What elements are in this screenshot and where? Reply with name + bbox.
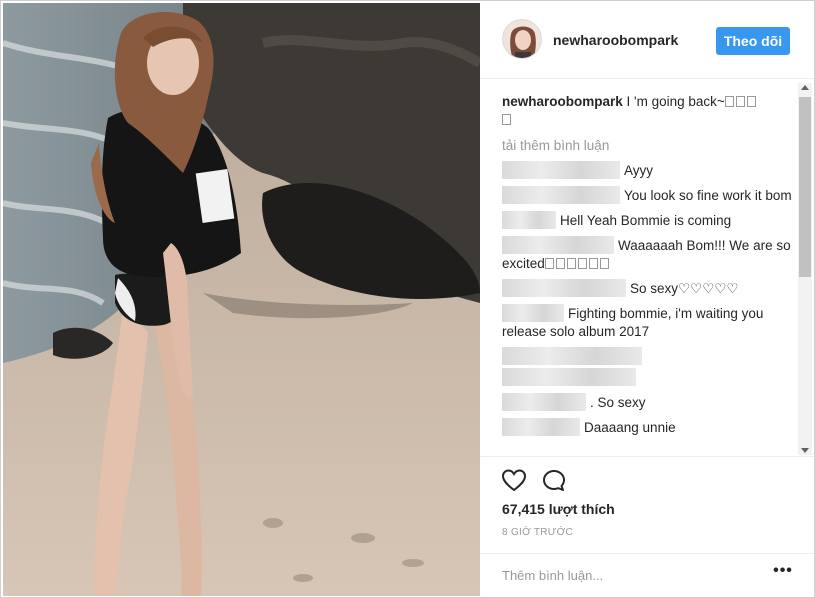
blurred-username	[502, 304, 564, 322]
post-username[interactable]: newharoobompark	[553, 32, 678, 48]
post-header: newharoobompark Theo dõi	[480, 3, 814, 79]
add-comment-input[interactable]	[502, 564, 752, 586]
comment-item: Fighting bommie, i'm waiting you release…	[502, 304, 792, 341]
emoji-placeholder-icon	[599, 258, 609, 269]
blurred-comment	[502, 368, 636, 386]
post-actions: 67,415 lượt thích 8 GIỜ TRƯỚC •••	[480, 456, 814, 596]
emoji-placeholder-icon	[577, 258, 587, 269]
avatar-image	[503, 20, 541, 58]
more-options-icon[interactable]: •••	[772, 563, 794, 582]
blurred-username	[502, 236, 614, 254]
emoji-placeholder-icon	[735, 96, 745, 107]
comment-text: Ayyy	[624, 163, 654, 178]
emoji-placeholder-icon	[502, 114, 511, 125]
blurred-username	[502, 186, 620, 204]
blurred-username	[502, 418, 580, 436]
comment-text: You look so fine work it bom	[624, 188, 792, 203]
emoji-placeholder-icon	[544, 258, 554, 269]
comment-text: Daaaang unnie	[584, 420, 676, 435]
comment-text: So sexy♡♡♡♡♡	[630, 281, 739, 296]
comments-scrollbar[interactable]	[798, 83, 812, 455]
blurred-username	[502, 211, 556, 229]
blurred-username	[502, 393, 586, 411]
beach-photo	[3, 3, 480, 596]
comment-item	[502, 347, 792, 387]
scroll-up-arrow-icon[interactable]	[801, 85, 809, 90]
comment-item: . So sexy	[502, 393, 792, 412]
comment-bubble-icon[interactable]	[540, 467, 568, 495]
comment-item: Daaaang unnie	[502, 418, 792, 437]
comment-item: Hell Yeah Bommie is coming	[502, 211, 792, 230]
post-timestamp: 8 GIỜ TRƯỚC	[502, 527, 574, 538]
load-more-comments-link[interactable]: tải thêm bình luận	[502, 137, 792, 155]
post-caption: newharoobompark I 'm going back~	[502, 93, 792, 129]
scroll-thumb[interactable]	[799, 97, 811, 277]
add-comment-bar: •••	[480, 553, 814, 597]
comment-item: Waaaaaah Bom!!! We are so excited	[502, 236, 792, 273]
caption-username[interactable]: newharoobompark	[502, 94, 623, 109]
comments-content: newharoobompark I 'm going back~ tải thê…	[502, 93, 792, 437]
blurred-username	[502, 279, 626, 297]
caption-text: I 'm going back~	[626, 94, 725, 109]
emoji-placeholder-icon	[724, 96, 734, 107]
comments-list: newharoobompark I 'm going back~ tải thê…	[480, 87, 814, 457]
emoji-placeholder-icon	[566, 258, 576, 269]
post-window: newharoobompark Theo dõi newharoobompark…	[0, 0, 815, 598]
comment-item: So sexy♡♡♡♡♡	[502, 279, 792, 298]
emoji-placeholder-icon	[746, 96, 756, 107]
blurred-comment	[502, 347, 642, 365]
post-details-panel: newharoobompark Theo dõi newharoobompark…	[480, 3, 814, 596]
post-photo	[3, 3, 480, 596]
blurred-username	[502, 161, 620, 179]
scroll-down-arrow-icon[interactable]	[801, 448, 809, 453]
comment-text: Hell Yeah Bommie is coming	[560, 213, 732, 228]
follow-button[interactable]: Theo dõi	[716, 27, 790, 55]
comment-text: . So sexy	[590, 395, 646, 410]
emoji-placeholder-icon	[555, 258, 565, 269]
emoji-placeholder-icon	[588, 258, 598, 269]
comment-item: You look so fine work it bom	[502, 186, 792, 205]
heart-icon[interactable]	[500, 467, 528, 495]
likes-count[interactable]: 67,415 lượt thích	[502, 501, 615, 517]
comment-item: Ayyy	[502, 161, 792, 180]
avatar[interactable]	[502, 19, 542, 59]
